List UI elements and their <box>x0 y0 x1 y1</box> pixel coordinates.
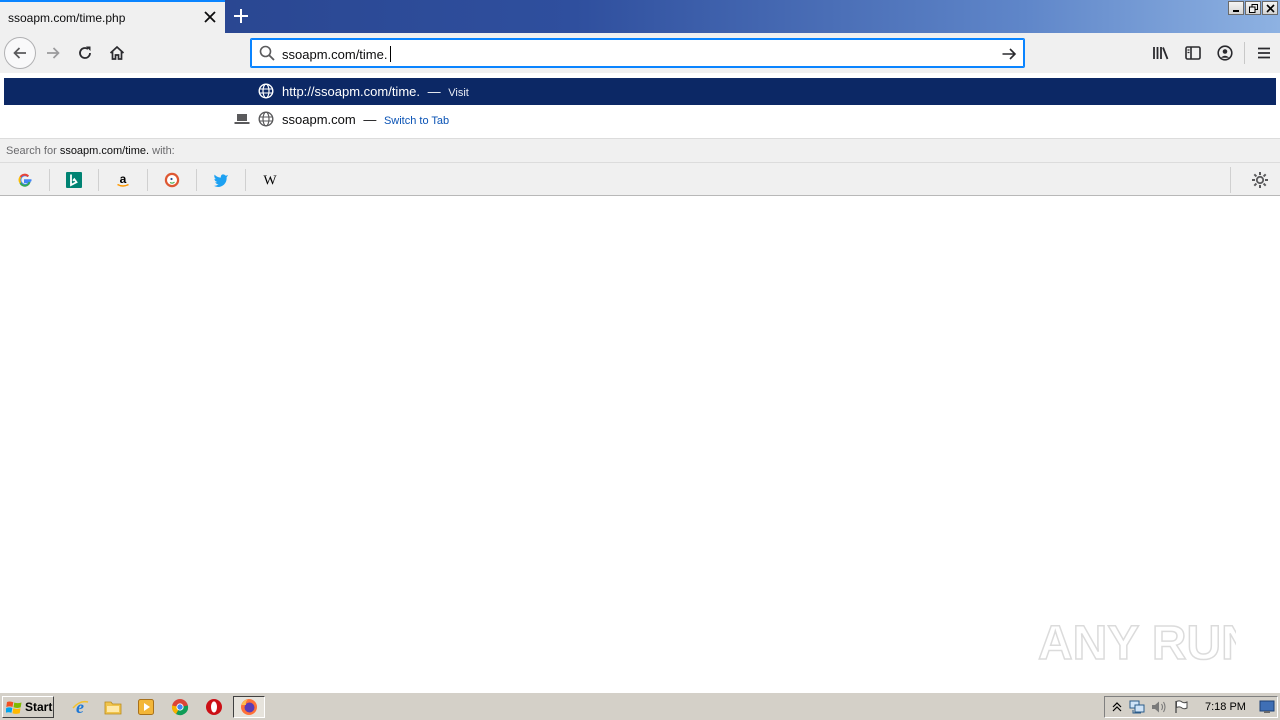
search-icon <box>259 45 275 64</box>
tab-strip: ssoapm.com/time.php <box>0 0 1280 33</box>
svg-text:W: W <box>263 173 277 188</box>
windows-taskbar: Start e 7:18 PM <box>0 692 1280 720</box>
amazon-icon: a <box>117 172 129 187</box>
toolbar-separator <box>1244 42 1245 64</box>
google-icon <box>18 173 32 187</box>
firefox-icon <box>241 699 257 715</box>
reload-icon <box>79 46 91 59</box>
search-with-label: Search for ssoapm.com/time. with: <box>0 138 1280 162</box>
tab-active[interactable]: ssoapm.com/time.php <box>0 0 225 33</box>
duckduckgo-icon <box>164 172 180 187</box>
switch-tab-icon <box>234 113 250 128</box>
show-hidden-icons-icon[interactable] <box>1109 699 1125 715</box>
chrome-icon[interactable] <box>170 697 190 717</box>
svg-text:e: e <box>76 698 84 716</box>
start-button[interactable]: Start <box>2 696 54 718</box>
bing-icon <box>66 171 82 188</box>
arrow-right-icon <box>47 47 60 59</box>
navigation-toolbar <box>0 33 1280 73</box>
start-label: Start <box>25 700 53 714</box>
twitter-icon <box>213 173 228 187</box>
plus-icon <box>234 9 248 23</box>
close-tab-icon[interactable] <box>201 8 219 26</box>
gear-icon <box>1252 172 1268 188</box>
search-engine-bing[interactable] <box>50 167 98 192</box>
wikipedia-icon: W <box>263 173 277 188</box>
url-input[interactable] <box>282 45 982 63</box>
svg-text:ANY RUN: ANY RUN <box>1038 617 1236 670</box>
suggestion-text: ssoapm.com — Switch to Tab <box>282 112 450 127</box>
sidebar-icon <box>1185 46 1201 60</box>
search-engine-wikipedia[interactable]: W <box>246 167 294 192</box>
show-desktop-icon[interactable] <box>1259 699 1275 715</box>
volume-icon[interactable] <box>1151 699 1167 715</box>
search-engine-twitter[interactable] <box>197 167 245 192</box>
account-button[interactable] <box>1209 38 1241 68</box>
globe-icon <box>258 83 274 102</box>
watermark-logo: ANY RUN <box>1036 606 1256 672</box>
close-window-button[interactable] <box>1262 1 1278 15</box>
clock[interactable]: 7:18 PM <box>1205 701 1246 713</box>
tab-title: ssoapm.com/time.php <box>8 10 126 25</box>
suggestion-row-visit[interactable]: http://ssoapm.com/time. — Visit <box>4 78 1276 105</box>
file-explorer-icon[interactable] <box>103 697 123 717</box>
urlbar-autocomplete-popup: http://ssoapm.com/time. — Visit ssoapm.c… <box>0 73 1280 196</box>
one-off-search-engines: a W <box>0 162 1280 196</box>
library-button[interactable] <box>1145 38 1177 68</box>
engine-separator <box>1230 167 1231 193</box>
media-player-icon[interactable] <box>136 697 156 717</box>
new-tab-button[interactable] <box>228 4 254 28</box>
home-button[interactable] <box>102 38 132 68</box>
taskbar-firefox-button[interactable] <box>233 696 265 718</box>
search-engine-duckduckgo[interactable] <box>148 167 196 192</box>
globe-icon <box>258 111 274 130</box>
account-icon <box>1217 45 1233 61</box>
search-engine-amazon[interactable]: a <box>99 167 147 192</box>
sidebar-button[interactable] <box>1177 38 1209 68</box>
system-tray: 7:18 PM <box>1104 696 1278 718</box>
back-button[interactable] <box>4 37 36 69</box>
window-controls <box>1228 1 1278 15</box>
text-caret <box>390 46 391 62</box>
search-query: ssoapm.com/time. <box>59 145 150 157</box>
action-center-flag-icon[interactable] <box>1173 699 1189 715</box>
suggestion-action: Switch to Tab <box>383 115 450 127</box>
reload-button[interactable] <box>70 38 100 68</box>
menu-button[interactable] <box>1248 38 1280 68</box>
suggestion-text: http://ssoapm.com/time. — Visit <box>282 84 469 99</box>
search-settings-button[interactable] <box>1250 170 1270 190</box>
arrow-left-icon <box>13 47 26 59</box>
minimize-button[interactable] <box>1228 1 1244 15</box>
network-icon[interactable] <box>1129 699 1145 715</box>
library-icon <box>1153 47 1169 60</box>
restore-button[interactable] <box>1245 1 1261 15</box>
hamburger-icon <box>1258 47 1270 59</box>
forward-button[interactable] <box>38 38 68 68</box>
svg-text:a: a <box>120 172 127 186</box>
suggestion-action: Visit <box>448 87 469 99</box>
windows-logo-icon <box>6 700 22 714</box>
home-icon <box>109 45 125 60</box>
arrow-right-icon <box>1002 48 1017 60</box>
url-bar[interactable] <box>250 38 1025 68</box>
toolbar-right <box>1145 38 1280 68</box>
suggestion-row-switch-tab[interactable]: ssoapm.com — Switch to Tab <box>4 106 1276 133</box>
internet-explorer-icon[interactable]: e <box>70 697 90 717</box>
go-button[interactable] <box>998 43 1020 65</box>
search-engine-google[interactable] <box>1 167 49 192</box>
opera-icon[interactable] <box>204 697 224 717</box>
